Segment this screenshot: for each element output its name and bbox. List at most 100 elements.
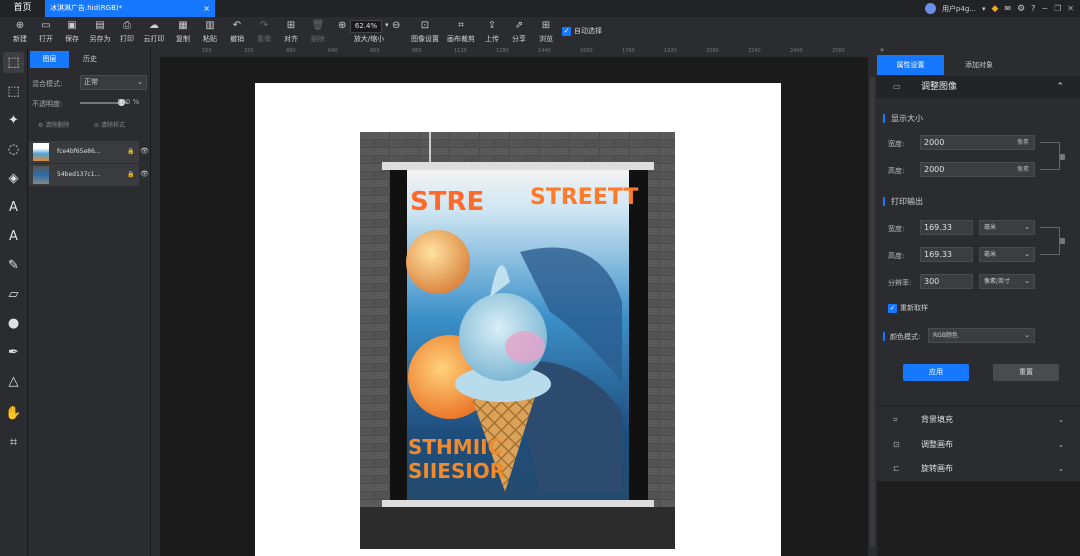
new-button[interactable]: ⊕ 新建: [7, 17, 33, 47]
fill-tool-icon[interactable]: ◈: [3, 168, 24, 189]
layer-item[interactable]: 54bed137c1... 🔒: [29, 164, 139, 186]
rotate-canvas-section[interactable]: ⊏ 旋转画布 ⌄: [877, 457, 1080, 481]
color-mode-select[interactable]: RGB颜色 ⌄: [928, 328, 1035, 343]
tab-history[interactable]: 历史: [69, 51, 111, 68]
crop-tool-icon[interactable]: ⌗: [3, 432, 24, 453]
vertical-ruler: [150, 47, 160, 556]
ruler-tick: 480: [286, 48, 296, 54]
hand-tool-icon[interactable]: ✋: [3, 403, 24, 424]
cloud-print-button[interactable]: ☁ 云打印: [139, 17, 169, 47]
zoom-in-icon[interactable]: ⊕: [338, 17, 346, 34]
clear-style-button[interactable]: ⊘ 清除样式: [94, 119, 125, 133]
resample-checkbox[interactable]: ✓: [888, 303, 897, 313]
chevron-down-icon[interactable]: ⌄: [1058, 457, 1064, 481]
print-height-input[interactable]: 169.33: [920, 247, 973, 262]
image-icon: ▭: [893, 82, 901, 91]
zoom-out-icon[interactable]: ⊖: [392, 17, 400, 34]
resolution-input[interactable]: 300: [920, 274, 973, 289]
window-close-icon[interactable]: ✕: [1067, 4, 1074, 13]
tool-column: ⬚ ⬚ ✦ ◌ ◈ A A ✎ ▱ ● ✒ △ ✋ ⌗: [0, 47, 27, 556]
undo-button[interactable]: ↶ 撤销: [224, 17, 250, 47]
mail-icon[interactable]: ✉: [1004, 4, 1011, 13]
home-tab[interactable]: 首页: [0, 0, 45, 17]
print-height-unit-select[interactable]: 毫米 ⌄: [979, 247, 1035, 262]
panel-expand-icon[interactable]: »: [880, 46, 884, 54]
opacity-value[interactable]: 100 %: [117, 98, 139, 106]
save-as-icon: ▤: [95, 20, 105, 31]
marquee-tool-icon[interactable]: ⬚: [3, 81, 24, 102]
chevron-down-icon[interactable]: ⌄: [1058, 433, 1064, 457]
browse-button[interactable]: ⊞ 浏览: [534, 17, 558, 47]
resolution-unit-select[interactable]: 像素/英寸 ⌄: [979, 274, 1035, 289]
brush-tool-icon[interactable]: ✎: [3, 255, 24, 276]
lasso-tool-icon[interactable]: ◌: [3, 139, 24, 160]
lock-icon[interactable]: 🔒: [127, 141, 134, 163]
gem-icon[interactable]: ◆: [991, 4, 998, 14]
redo-button[interactable]: ↷ 重做: [251, 17, 277, 47]
upload-button[interactable]: ⇪ 上传: [480, 17, 504, 47]
settings-icon[interactable]: ⚙: [1017, 4, 1025, 14]
save-button[interactable]: ▣ 保存: [59, 17, 85, 47]
pen-tool-icon[interactable]: ✒: [3, 342, 24, 363]
visibility-eye-icon[interactable]: 👁: [140, 170, 149, 178]
text-tool-icon[interactable]: A: [3, 226, 24, 247]
delete-button[interactable]: 🗑 删除: [305, 17, 331, 47]
paste-button[interactable]: ▥ 粘贴: [197, 17, 223, 47]
shape-tool-icon[interactable]: △: [3, 371, 24, 392]
zoom-dropdown-icon[interactable]: ▾: [385, 17, 389, 34]
resolution-label: 分辨率:: [888, 279, 912, 287]
poster-image[interactable]: STRE STREETT STHMIIC SIIESIOR: [360, 132, 675, 549]
canvas-crop-button[interactable]: ⌗ 画布裁剪: [444, 17, 478, 47]
display-width-input[interactable]: 2000 像素: [920, 135, 1035, 150]
lock-icon[interactable]: 🔒: [127, 164, 134, 186]
adjust-image-header[interactable]: ▭ 调整图像 ⌃: [877, 76, 1080, 98]
restore-icon[interactable]: ❐: [1054, 4, 1061, 13]
print-lock-icon[interactable]: [1060, 238, 1065, 244]
user-dropdown-icon[interactable]: ▾: [982, 5, 986, 13]
chevron-down-icon[interactable]: ⌄: [1058, 408, 1064, 432]
vertical-scrollbar[interactable]: [868, 47, 877, 556]
blend-mode-select[interactable]: 正常 ⌄: [80, 75, 147, 90]
auto-select-toggle[interactable]: ✓ 自动选择: [562, 26, 602, 36]
layer-item[interactable]: fce4bf65e86... 🔒: [29, 141, 139, 163]
display-height-input[interactable]: 2000 像素: [920, 162, 1035, 177]
aspect-lock-icon[interactable]: [1060, 154, 1065, 160]
document-tab[interactable]: 冰淇淋广告.hid(RGB)* ×: [45, 0, 215, 17]
close-tab-icon[interactable]: ×: [203, 0, 210, 17]
print-width-input[interactable]: 169.33: [920, 220, 973, 235]
zoom-input[interactable]: 62.4%: [350, 20, 382, 33]
tab-add-object[interactable]: 添加对象: [944, 55, 1014, 75]
background-fill-section[interactable]: ⌗ 背景填充 ⌄: [877, 408, 1080, 432]
tab-properties[interactable]: 属性设置: [877, 55, 944, 75]
resample-toggle[interactable]: ✓ 重新取样: [888, 303, 928, 313]
auto-select-checkbox[interactable]: ✓: [562, 26, 571, 36]
username[interactable]: 用户p4g...: [942, 4, 976, 14]
ruler-tick: 2240: [748, 48, 761, 54]
help-icon[interactable]: ?: [1031, 4, 1035, 13]
eraser-tool-icon[interactable]: ▱: [3, 284, 24, 305]
image-settings-button[interactable]: ⊡ 图像设置: [408, 17, 442, 47]
smudge-tool-icon[interactable]: ●: [3, 313, 24, 334]
print-width-unit-select[interactable]: 毫米 ⌄: [979, 220, 1035, 235]
print-button[interactable]: ⎙ 打印: [115, 17, 139, 47]
apply-button[interactable]: 应用: [903, 364, 969, 381]
tab-layers[interactable]: 图层: [30, 51, 69, 68]
adjust-canvas-section[interactable]: ⊡ 调整画布 ⌄: [877, 433, 1080, 457]
magic-wand-tool-icon[interactable]: ✦: [3, 110, 24, 131]
save-as-button[interactable]: ▤ 另存为: [85, 17, 115, 47]
clear-delete-button[interactable]: ⚙ 清除删除: [38, 119, 69, 133]
visibility-eye-icon[interactable]: 👁: [140, 147, 149, 155]
reset-button[interactable]: 重置: [993, 364, 1059, 381]
selection-tool-icon[interactable]: ⬚: [3, 52, 24, 73]
text-ai-tool-icon[interactable]: A: [3, 197, 24, 218]
avatar[interactable]: [924, 3, 936, 14]
minimize-icon[interactable]: −: [1041, 4, 1048, 13]
share-button[interactable]: ⇗ 分享: [507, 17, 531, 47]
open-button[interactable]: ▭ 打开: [33, 17, 59, 47]
align-button[interactable]: ⊞ 对齐: [278, 17, 304, 47]
chevron-up-icon[interactable]: ⌃: [1056, 76, 1064, 98]
copy-button[interactable]: ▦ 复制: [170, 17, 196, 47]
redo-label: 重做: [257, 35, 271, 43]
clear-delete-label: 清除删除: [45, 122, 70, 129]
scrollbar-thumb[interactable]: [870, 77, 875, 547]
